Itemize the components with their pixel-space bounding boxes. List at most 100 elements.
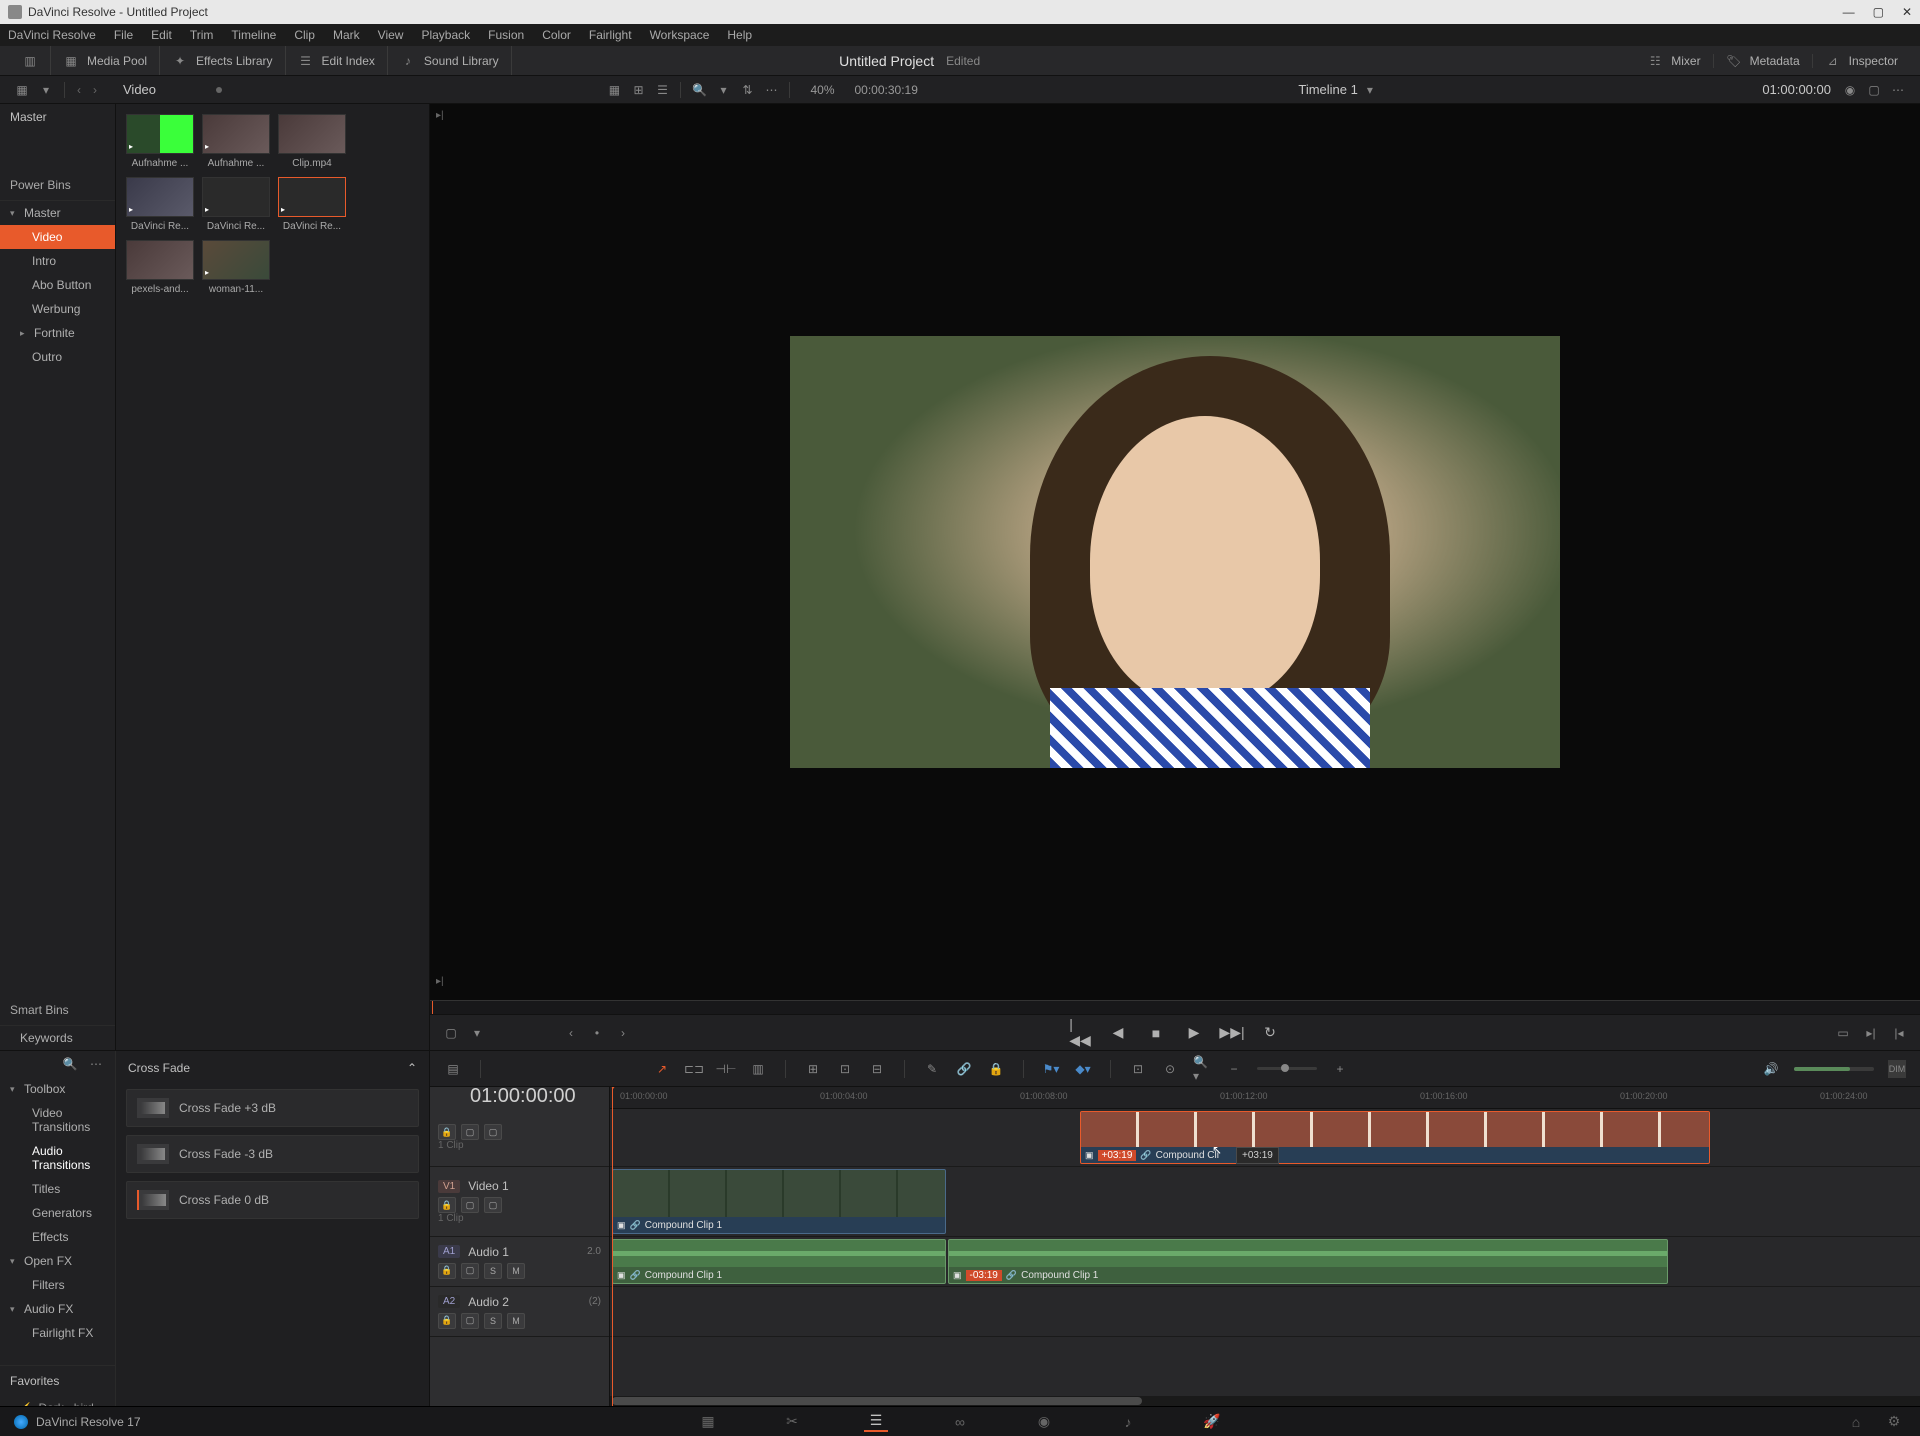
dot-icon[interactable]: • (588, 1024, 606, 1042)
bin-outro[interactable]: Outro (0, 345, 115, 369)
timeline-name[interactable]: Timeline 1 (1298, 82, 1357, 97)
search-icon[interactable]: 🔍 (61, 1055, 79, 1073)
chevron-down-icon[interactable]: ▾ (37, 81, 55, 99)
playhead[interactable] (612, 1087, 613, 1406)
clip-thumb[interactable]: Clip.mp4 (278, 114, 346, 169)
options-icon[interactable]: ⋯ (87, 1055, 105, 1073)
insert-icon[interactable]: ▭ (1834, 1024, 1852, 1042)
bin-view-icon[interactable]: ▦ (13, 81, 31, 99)
layout-icon[interactable]: ▥ (22, 54, 38, 68)
volume-slider[interactable] (1794, 1067, 1874, 1071)
track-a1[interactable]: ▣🔗Compound Clip 1 ▣-03:19🔗Compound Clip … (610, 1237, 1920, 1287)
settings-icon[interactable]: ⚙ (1882, 1412, 1906, 1432)
fairlight-page[interactable]: ♪ (1116, 1412, 1140, 1432)
search-icon[interactable]: 🔍 (690, 81, 708, 99)
cut-page[interactable]: ✂ (780, 1412, 804, 1432)
dim-button[interactable]: DIM (1888, 1060, 1906, 1078)
generators-node[interactable]: Generators (0, 1201, 115, 1225)
first-frame-button[interactable]: |◀◀ (1070, 1023, 1090, 1043)
menu-clip[interactable]: Clip (286, 26, 323, 44)
prev-frame-button[interactable]: ◀ (1108, 1023, 1128, 1043)
lock-icon[interactable]: 🔒 (438, 1263, 456, 1279)
mute-icon[interactable]: 🔊 (1762, 1060, 1780, 1078)
zoom-in-icon[interactable]: + (1331, 1060, 1349, 1078)
zoom-detail-icon[interactable]: 🔍▾ (1193, 1060, 1211, 1078)
timeline-dropdown-icon[interactable]: ▾ (1361, 81, 1379, 99)
fairlightfx-node[interactable]: Fairlight FX (0, 1321, 115, 1345)
bin-video[interactable]: Video (0, 225, 115, 249)
edit-index-toggle[interactable]: ☰ Edit Index (286, 46, 388, 75)
thumbnail-view-icon[interactable]: ▦ (605, 81, 623, 99)
auto-select-icon[interactable]: ▢ (461, 1197, 479, 1213)
fusion-page[interactable]: ∞ (948, 1412, 972, 1432)
insert-clip-icon[interactable]: ⊞ (804, 1060, 822, 1078)
effects-library-toggle[interactable]: ✦ Effects Library (160, 46, 285, 75)
razor-icon[interactable]: ✎ (923, 1060, 941, 1078)
audiofx-node[interactable]: ▾Audio FX (0, 1297, 115, 1321)
menu-view[interactable]: View (370, 26, 412, 44)
loop-button[interactable]: ↻ (1260, 1023, 1280, 1043)
menu-timeline[interactable]: Timeline (223, 26, 284, 44)
lock-icon[interactable]: 🔒 (438, 1124, 456, 1140)
media-pool-toggle[interactable]: ▦ Media Pool (51, 46, 160, 75)
auto-select-icon[interactable]: ▢ (461, 1263, 479, 1279)
overwrite-icon[interactable]: ▸| (1862, 1024, 1880, 1042)
solo-button[interactable]: S (484, 1313, 502, 1329)
collapse-icon[interactable]: ⌃ (407, 1061, 417, 1075)
menu-mark[interactable]: Mark (325, 26, 368, 44)
menu-playback[interactable]: Playback (413, 26, 478, 44)
inspector-toggle[interactable]: ⊿ Inspector (1813, 54, 1910, 68)
match-frame-icon[interactable]: ▸| (436, 110, 454, 128)
color-page[interactable]: ◉ (1032, 1412, 1056, 1432)
clip-v1-compound[interactable]: ▣🔗Compound Clip 1 (612, 1169, 946, 1234)
menu-color[interactable]: Color (534, 26, 579, 44)
solo-button[interactable]: S (484, 1263, 502, 1279)
bin-abo[interactable]: Abo Button (0, 273, 115, 297)
deliver-page[interactable]: 🚀 (1200, 1412, 1224, 1432)
next-edit-icon[interactable]: › (614, 1024, 632, 1042)
effects-node[interactable]: Effects (0, 1225, 115, 1249)
filters-node[interactable]: Filters (0, 1273, 115, 1297)
trim-tool[interactable]: ⊏⊐ (685, 1060, 703, 1078)
single-viewer-icon[interactable]: ▢ (1865, 81, 1883, 99)
lock-icon[interactable]: 🔒 (438, 1197, 456, 1213)
disable-icon[interactable]: ▢ (484, 1197, 502, 1213)
lock-icon[interactable]: 🔒 (438, 1313, 456, 1329)
smart-bin-keywords[interactable]: Keywords (0, 1026, 115, 1050)
bin-intro[interactable]: Intro (0, 249, 115, 273)
track-v2[interactable]: ▣ +03:19 🔗 Compound Cli +03:19 ↖ (610, 1109, 1920, 1167)
replace-clip-icon[interactable]: ⊟ (868, 1060, 886, 1078)
viewer-scrubber[interactable] (430, 1000, 1920, 1014)
close-button[interactable]: ✕ (1902, 5, 1912, 19)
timeline-scrollbar[interactable] (610, 1396, 1920, 1406)
nav-forward[interactable]: › (87, 82, 103, 98)
crop-icon[interactable]: ▢ (442, 1024, 460, 1042)
track-header-v1[interactable]: V1Video 1 🔒▢▢ 1 Clip (430, 1167, 609, 1237)
selection-tool[interactable]: ↗ (653, 1060, 671, 1078)
metadata-toggle[interactable]: 🏷 Metadata (1714, 54, 1813, 68)
next-frame-button[interactable]: ▶▶| (1222, 1023, 1242, 1043)
clip-thumb[interactable]: ▸Aufnahme ... (126, 114, 194, 169)
maximize-button[interactable]: ▢ (1873, 5, 1884, 19)
track-header-a1[interactable]: A1Audio 12.0 🔒▢SM (430, 1237, 609, 1287)
zoom-fit-icon[interactable]: ⊙ (1161, 1060, 1179, 1078)
zoom-out-icon[interactable]: − (1225, 1060, 1243, 1078)
replace-icon[interactable]: |◂ (1890, 1024, 1908, 1042)
clip-thumb[interactable]: ▸Aufnahme ... (202, 114, 270, 169)
menu-workspace[interactable]: Workspace (642, 26, 718, 44)
viewer-zoom[interactable]: 40% (810, 83, 834, 97)
blade-tool[interactable]: ▥ (749, 1060, 767, 1078)
viewer-mode-icon[interactable]: ▸| (436, 976, 454, 994)
audio-transitions-node[interactable]: Audio Transitions (0, 1139, 115, 1177)
chevron-down-icon[interactable]: ▾ (468, 1024, 486, 1042)
mixer-toggle[interactable]: ☷ Mixer (1635, 54, 1713, 68)
video-transitions-node[interactable]: Video Transitions (0, 1101, 115, 1139)
power-bins-header[interactable]: Power Bins (0, 170, 115, 201)
menu-file[interactable]: File (106, 26, 141, 44)
effect-crossfade-minus3[interactable]: Cross Fade -3 dB (126, 1135, 419, 1173)
dynamic-trim-tool[interactable]: ⊣⊢ (717, 1060, 735, 1078)
sort-icon[interactable]: ⇅ (738, 81, 756, 99)
clip-a1b[interactable]: ▣-03:19🔗Compound Clip 1 (948, 1239, 1668, 1284)
tracks-area[interactable]: 01:00:00:00 01:00:04:00 01:00:08:00 01:0… (610, 1087, 1920, 1406)
bin-werbung[interactable]: Werbung (0, 297, 115, 321)
